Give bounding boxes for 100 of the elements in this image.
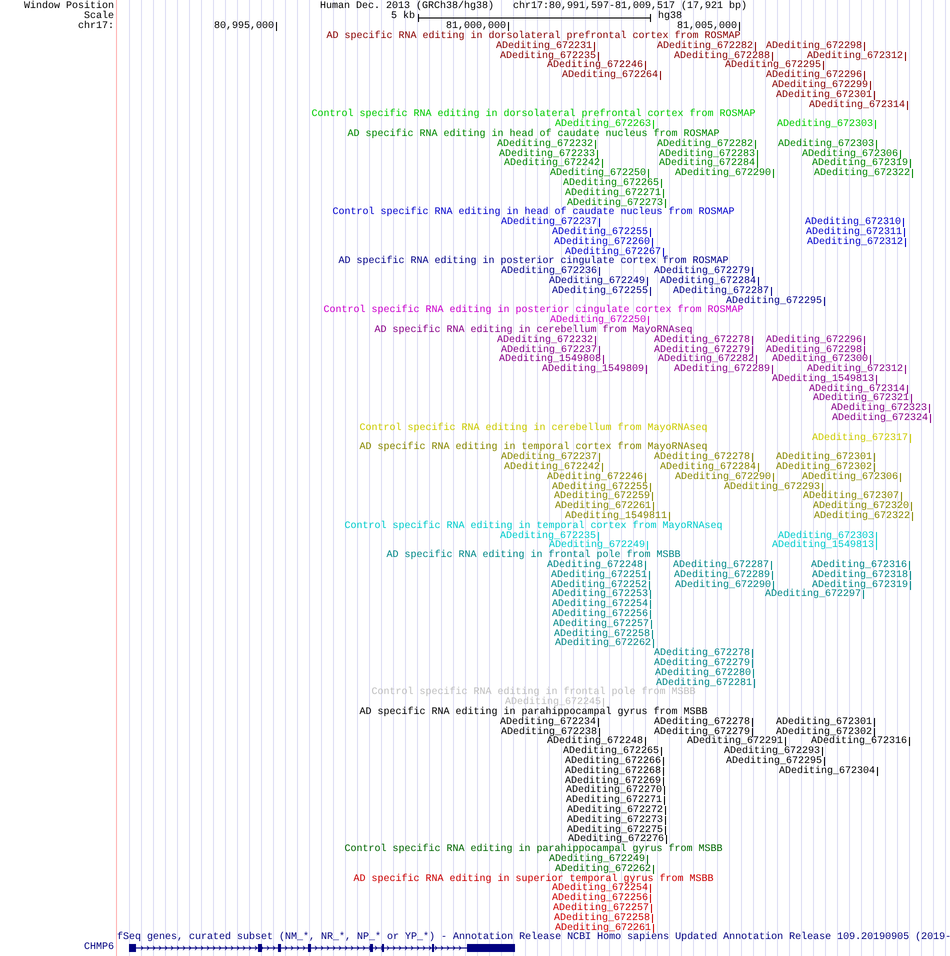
feature-mark[interactable]: [645, 737, 646, 746]
feature-label[interactable]: ADediting_672290: [674, 169, 771, 179]
feature-label[interactable]: ADediting_672284: [660, 276, 756, 287]
feature-label[interactable]: ADediting_672293: [724, 482, 820, 492]
feature-label[interactable]: ADediting_672310: [804, 218, 901, 228]
feature-mark[interactable]: [772, 52, 773, 61]
track-title[interactable]: AD specific RNA editing in cerebellum from MayoRNAseq: [374, 326, 693, 336]
feature-label[interactable]: ADediting_672256: [552, 610, 648, 620]
gene-model-drawing[interactable]: [129, 944, 516, 952]
track-title[interactable]: AD specific RNA editing in parahippocampal gyrus from MSBB: [359, 708, 708, 718]
feature-mark[interactable]: [824, 296, 825, 306]
feature-label[interactable]: ADediting_672267: [564, 248, 661, 258]
feature-label[interactable]: ADediting_672266: [564, 756, 661, 767]
feature-label[interactable]: ADediting_672269: [564, 776, 661, 786]
feature-label[interactable]: ADediting_672279: [654, 346, 750, 356]
feature-label[interactable]: ADediting_672284: [660, 463, 756, 473]
feature-label[interactable]: ADediting_672316: [810, 561, 907, 571]
track-title[interactable]: AD specific RNA editing in dorsolateral prefrontal cortex from ROSMAP: [326, 32, 741, 42]
feature-mark[interactable]: [772, 365, 773, 374]
feature-mark[interactable]: [646, 365, 647, 374]
feature-mark[interactable]: [823, 61, 824, 70]
feature-mark[interactable]: [599, 218, 600, 228]
feature-mark[interactable]: [663, 248, 664, 257]
feature-label[interactable]: ADediting_672262: [554, 639, 651, 650]
feature-label[interactable]: ADediting_672233: [498, 150, 595, 160]
feature-label[interactable]: ADediting_672322: [814, 169, 910, 179]
feature-label[interactable]: ADediting_672324: [832, 414, 928, 424]
feature-mark[interactable]: [905, 365, 906, 374]
feature-mark[interactable]: [771, 286, 772, 296]
feature-label[interactable]: ADediting_672279: [654, 659, 750, 669]
feature-label[interactable]: ADediting_672251: [550, 570, 647, 581]
feature-label[interactable]: ADediting_672255: [552, 482, 648, 492]
feature-label[interactable]: ADediting_672265: [562, 178, 659, 189]
feature-label[interactable]: ADediting_672264: [562, 71, 658, 81]
feature-label[interactable]: ADediting_672250: [550, 169, 646, 179]
feature-label[interactable]: ADediting_1549811: [564, 512, 667, 522]
feature-mark[interactable]: [864, 42, 865, 51]
feature-label[interactable]: ADediting_672232: [496, 336, 593, 346]
feature-label[interactable]: ADediting_672314: [808, 100, 905, 110]
feature-label[interactable]: ADediting_672275: [566, 826, 663, 836]
feature-label[interactable]: ADediting_672255: [552, 286, 648, 297]
feature-label[interactable]: ADediting_672236: [500, 267, 597, 277]
feature-label[interactable]: ADediting_672289: [674, 365, 770, 375]
feature-label[interactable]: ADediting_672278: [654, 649, 750, 659]
feature-label[interactable]: ADediting_672312: [806, 365, 903, 375]
feature-mark[interactable]: [876, 374, 877, 384]
feature-label[interactable]: ADediting_672279: [654, 267, 750, 277]
feature-label[interactable]: ADediting_672312: [806, 238, 903, 248]
feature-label[interactable]: ADediting_672295: [726, 296, 822, 306]
feature-label[interactable]: ADediting_672301: [776, 718, 872, 728]
track-title[interactable]: Control specific RNA editing in parahippocampal gyrus from MSBB: [344, 845, 723, 855]
feature-mark[interactable]: [755, 42, 756, 51]
feature-mark[interactable]: [905, 52, 906, 61]
feature-label[interactable]: ADediting_672265: [562, 747, 659, 757]
feature-label[interactable]: ADediting_672268: [564, 766, 661, 777]
feature-label[interactable]: ADediting_672255: [552, 228, 648, 238]
feature-mark[interactable]: [909, 737, 910, 746]
feature-label[interactable]: ADediting_672238: [500, 728, 597, 738]
feature-label[interactable]: ADediting_672311: [806, 228, 902, 238]
feature-label[interactable]: ADediting_1549813: [772, 374, 874, 385]
feature-label[interactable]: ADediting_672314: [808, 384, 905, 394]
feature-label[interactable]: ADediting_672257: [552, 620, 649, 630]
feature-label[interactable]: ADediting_672318: [812, 570, 908, 581]
feature-label[interactable]: ADediting_672258: [554, 630, 650, 640]
track-title[interactable]: fSeq genes, curated subset (NM_*, NR_*, NP_* or YP_*) - Annotation Release NCBI Homo sapiens Updated Annotation Release 109.20190905 (2019-: [117, 932, 950, 944]
feature-mark[interactable]: [660, 71, 661, 80]
feature-label[interactable]: ADediting_672257: [552, 904, 649, 914]
feature-mark[interactable]: [645, 61, 646, 70]
feature-label[interactable]: ADediting_672304: [778, 766, 875, 777]
feature-label[interactable]: ADediting_672279: [654, 728, 750, 738]
feature-label[interactable]: ADediting_672288: [674, 52, 770, 62]
track-title[interactable]: AD specific RNA editing in head of caudate nucleus from ROSMAP: [347, 130, 720, 140]
feature-label[interactable]: ADediting_672260: [554, 238, 650, 248]
feature-label[interactable]: ADediting_672302: [776, 463, 872, 473]
feature-label[interactable]: ADediting_672273: [566, 816, 663, 826]
feature-label[interactable]: ADediting_672295: [726, 756, 822, 767]
feature-label[interactable]: ADediting_672303: [778, 140, 874, 150]
feature-label[interactable]: ADediting_672289: [674, 570, 770, 581]
feature-mark[interactable]: [877, 766, 878, 776]
track-title[interactable]: AD specific RNA editing in superior temporal gyrus from MSBB: [353, 874, 714, 884]
feature-label[interactable]: ADediting_672271: [564, 188, 661, 199]
feature-mark[interactable]: [599, 267, 600, 276]
feature-label[interactable]: ADediting_672322: [814, 512, 910, 522]
gene-name[interactable]: CHMP6: [84, 943, 114, 954]
feature-label[interactable]: ADediting_672250: [550, 316, 646, 326]
feature-label[interactable]: ADediting_672246: [546, 472, 643, 483]
feature-label[interactable]: ADediting_672282: [656, 42, 753, 52]
feature-label[interactable]: ADediting_672234: [500, 718, 596, 728]
feature-label[interactable]: ADediting_672296: [766, 336, 862, 346]
feature-label[interactable]: ADediting_672278: [654, 718, 750, 728]
feature-label[interactable]: ADediting_672248: [546, 561, 643, 571]
feature-label[interactable]: ADediting_672278: [654, 336, 750, 346]
feature-label[interactable]: ADediting_672280: [654, 668, 751, 679]
feature-label[interactable]: ADediting_672299: [772, 80, 868, 91]
feature-label[interactable]: ADediting_672237: [500, 346, 597, 356]
feature-label[interactable]: ADediting_672316: [810, 737, 907, 748]
feature-mark[interactable]: [785, 737, 786, 746]
feature-mark[interactable]: [907, 100, 908, 110]
feature-label[interactable]: ADediting_672273: [566, 198, 663, 208]
feature-label[interactable]: ADediting_672306: [802, 150, 898, 160]
